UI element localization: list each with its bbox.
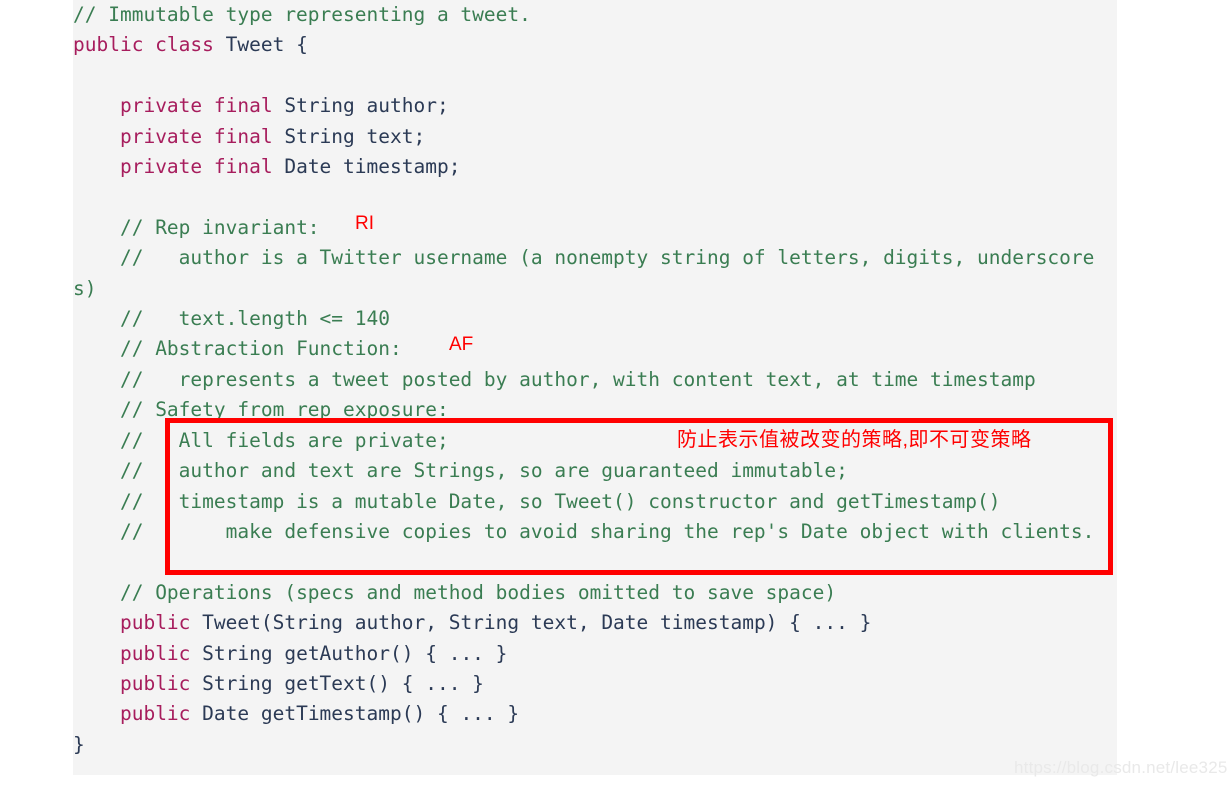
code-token: } [73, 732, 85, 756]
java-code-listing: // Immutable type representing a tweet. … [73, 0, 1117, 760]
code-token: private final [119, 155, 273, 179]
code-token: // make defensive copies to avoid sharin… [73, 519, 1095, 543]
code-token: // text.length <= 140 [73, 307, 390, 331]
code-token: // All fields are private; [73, 428, 449, 452]
code-token: String getAuthor() { ... } [190, 641, 508, 665]
code-block: // Immutable type representing a tweet. … [73, 0, 1117, 775]
rep-invariant-annotation: RI [355, 213, 374, 234]
code-token: String author; [272, 94, 449, 118]
code-token: String text; [272, 124, 426, 148]
code-token: Tweet { [213, 33, 308, 57]
code-token: Date timestamp; [272, 155, 461, 179]
watermark-text: https://blog.csdn.net/lee3258 [1014, 758, 1228, 777]
code-token: // Operations (specs and method bodies o… [73, 580, 837, 604]
chinese-note-annotation: 防止表示值被改变的策略,即不可变策略 [677, 429, 1032, 451]
code-token: private final [119, 124, 273, 148]
code-token: // Rep invariant: [73, 215, 320, 239]
code-token: Tweet(String author, String text, Date t… [190, 611, 872, 635]
code-token: private final [119, 94, 273, 118]
code-token: public [119, 611, 191, 635]
code-token: public class [73, 33, 214, 57]
code-token: public [119, 671, 191, 695]
code-token: // Abstraction Function: [73, 337, 402, 361]
code-token: Date getTimestamp() { ... } [190, 702, 520, 726]
code-token: // Safety from rep exposure: [73, 398, 449, 422]
code-token: public [119, 702, 191, 726]
abstraction-function-annotation: AF [449, 334, 474, 355]
code-token: public [119, 641, 191, 665]
code-token: // Immutable type representing a tweet. [73, 3, 531, 26]
code-token: // timestamp is a mutable Date, so Tweet… [73, 489, 1001, 513]
code-token: // author is a Twitter username (a nonem… [73, 246, 1095, 300]
code-token: // represents a tweet posted by author, … [73, 367, 1036, 391]
code-token: String getText() { ... } [190, 671, 484, 695]
code-token: // author and text are Strings, so are g… [73, 459, 848, 483]
